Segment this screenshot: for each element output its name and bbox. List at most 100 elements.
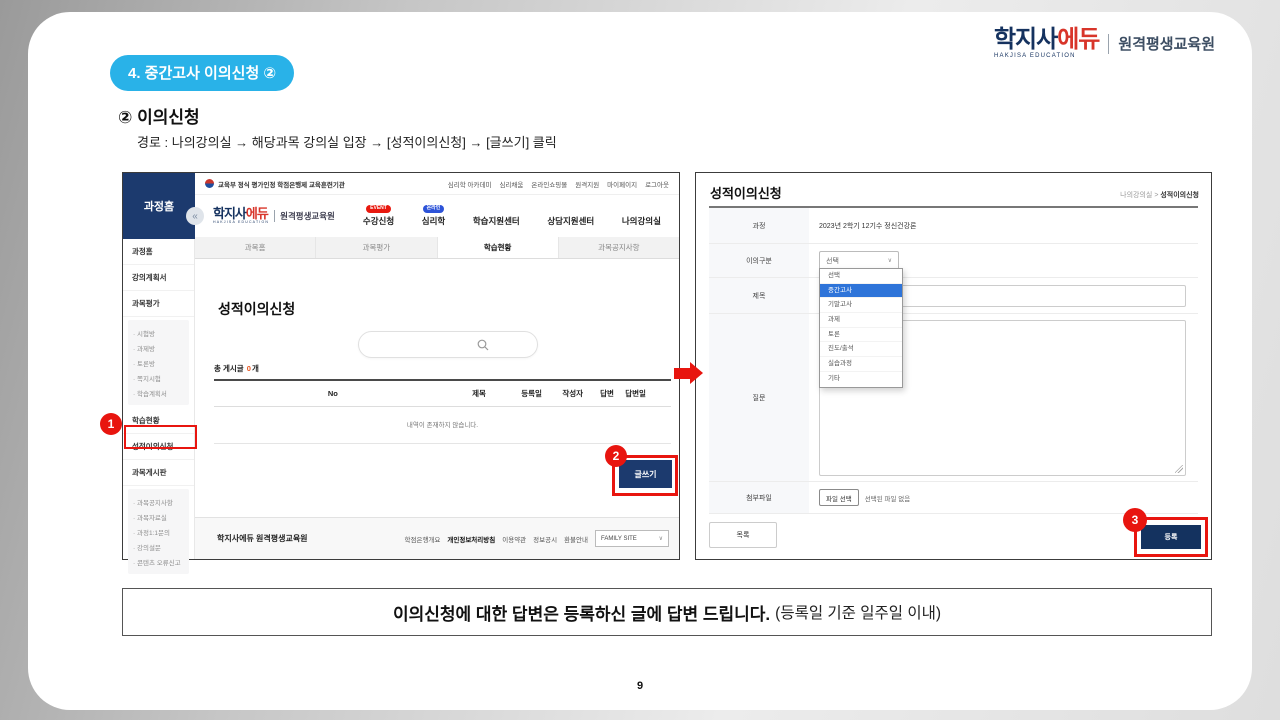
utility-link[interactable]: 마이페이지 — [607, 179, 637, 189]
course-tab[interactable]: 과목평가 — [316, 237, 437, 258]
form-row-question: 질문 — [709, 314, 1198, 482]
sidebar-item[interactable]: 과정홈 — [123, 239, 194, 265]
nav-item[interactable]: 나의강의실 — [622, 215, 661, 227]
file-select-button[interactable]: 파일 선택 — [819, 489, 859, 506]
category-label: 이의구분 — [709, 244, 809, 277]
table-header-cell: 작성자 — [557, 388, 589, 399]
sidebar-item-board[interactable]: 과목게시판 — [123, 460, 194, 486]
family-site-select[interactable]: FAMILY SITE ∨ — [595, 530, 669, 547]
sidebar-subitem[interactable]: 콘텐츠 오류신고 — [133, 554, 184, 569]
course-tab[interactable]: 학습현황 — [438, 237, 559, 258]
sidebar-subitem[interactable]: 과목자료실 — [133, 509, 184, 524]
course-tab[interactable]: 과목공지사항 — [559, 237, 679, 258]
search-input[interactable] — [358, 331, 538, 358]
collapse-button[interactable]: « — [186, 207, 204, 225]
footer-link[interactable]: 정보공시 — [533, 534, 557, 544]
sidebar-subitem[interactable]: 학습계획서 — [133, 385, 184, 400]
sidebar-group-board: 과목공지사항과목자료실과정1:1문의강의설문콘텐츠 오류신고 — [128, 489, 189, 574]
form-title: 성적이의신청 — [710, 183, 782, 202]
sidebar-subitem[interactable]: 쪽지시험 — [133, 370, 184, 385]
sidebar-subitem[interactable]: 과목공지사항 — [133, 494, 184, 509]
utility-link[interactable]: 원격지원 — [575, 179, 599, 189]
footer-link[interactable]: 환불안내 — [564, 534, 588, 544]
brand-division: 원격평생교육원 — [1118, 33, 1215, 54]
empty-row: 내역이 존재하지 않습니다. — [214, 407, 671, 444]
sidebar-subitem[interactable]: 과제방 — [133, 340, 184, 355]
form-row-course: 과정 2023년 2학기 12기수 정신건강론 — [709, 208, 1198, 244]
nav-label: 나의강의실 — [622, 215, 661, 227]
nav-label: 수강신청 — [363, 215, 394, 227]
nav-item[interactable]: 학습지원센터 — [473, 215, 520, 227]
dropdown-option[interactable]: 과제 — [820, 313, 902, 328]
chevron-down-icon: ∨ — [888, 257, 892, 264]
utility-link[interactable]: 심리학 아카데미 — [448, 179, 492, 189]
nav-item[interactable]: EVENT 수강신청 — [363, 205, 394, 227]
dropdown-option[interactable]: 중간고사 — [820, 284, 902, 299]
objection-form-screenshot: 성적이의신청 나의강의실 > 성적이의신청 과정 2023년 2학기 12기수 … — [695, 172, 1212, 560]
file-label: 첨부파일 — [709, 482, 809, 513]
nav-item[interactable]: 온라인 심리학 — [422, 205, 445, 227]
table-header-cell: No — [214, 389, 452, 398]
file-status-text: 선택된 파일 없음 — [865, 493, 910, 503]
footer-link[interactable]: 학점은행개요 — [405, 534, 441, 544]
board-content: 성적이의신청 총 게시글 0개 No제목등록일작성자답변답변일 내역이 존재하지… — [195, 259, 679, 517]
nav-label: 상담지원센터 — [547, 215, 594, 227]
slide: 4. 중간고사 이의신청 ② 학지사에듀 HAKJISA EDUCATION 원… — [28, 12, 1252, 710]
sidebar-item[interactable]: 과목평가 — [123, 291, 194, 317]
government-logo-icon — [205, 179, 214, 188]
lms-list-screenshot: 과정홈 교육부 정식 평가인정 학점은행제 교육훈련기관 심리학 아카데미 심리채… — [122, 172, 680, 560]
site-logo[interactable]: 학지사에듀 HAKJISA EDUCATION 원격평생교육원 — [213, 207, 335, 225]
course-home-block: 과정홈 — [123, 173, 195, 239]
dropdown-option[interactable]: 선택 — [820, 269, 902, 284]
dropdown-option[interactable]: 토론 — [820, 328, 902, 343]
course-tabs: 과목홈과목평가학습현황과목공지사항 — [195, 237, 679, 259]
utility-links: 심리학 아카데미 심리채움 온라인쇼핑몰 원격지원 마이페이지 로그아웃 — [448, 179, 669, 189]
category-dropdown: 선택중간고사기말고사과제토론진도/출석실습과정기타 — [819, 268, 903, 388]
notice-bold-text: 이의신청에 대한 답변은 등록하신 글에 답변 드립니다. — [393, 600, 770, 625]
sidebar-subitem[interactable]: 과정1:1문의 — [133, 524, 184, 539]
course-value: 2023년 2학기 12기수 정신건강론 — [809, 221, 1198, 231]
utility-bar: 교육부 정식 평가인정 학점은행제 교육훈련기관 심리학 아카데미 심리채움 온라인… — [195, 173, 679, 195]
breadcrumb-parent[interactable]: 나의강의실 — [1120, 192, 1152, 199]
brand-name-part1: 학지사 — [994, 26, 1057, 53]
dropdown-option[interactable]: 기타 — [820, 372, 902, 387]
question-label: 질문 — [709, 314, 809, 481]
sidebar-subitem[interactable]: 토론방 — [133, 355, 184, 370]
dropdown-option[interactable]: 진도/출석 — [820, 342, 902, 357]
resize-handle-icon[interactable] — [1175, 465, 1183, 473]
breadcrumb: 나의강의실 > 성적이의신청 — [1120, 190, 1199, 200]
footer-link[interactable]: 이용약관 — [502, 534, 526, 544]
utility-link[interactable]: 심리채움 — [499, 179, 523, 189]
post-count: 총 게시글 0개 — [214, 363, 259, 374]
sidebar-subitem[interactable]: 강의설문 — [133, 539, 184, 554]
annotation-step-1: 1 — [100, 413, 122, 435]
chevron-down-icon: ∨ — [659, 535, 663, 542]
table-header-cell: 제목 — [452, 388, 507, 399]
sidebar-item[interactable]: 강의계획서 — [123, 265, 194, 291]
annotation-step-2: 2 — [605, 445, 627, 467]
arrow-right-icon — [674, 362, 703, 384]
objection-form: 과정 2023년 2학기 12기수 정신건강론 이의구분 선택 ∨ 제목 — [709, 206, 1198, 514]
sidebar-subitem[interactable]: 시험방 — [133, 325, 184, 340]
nav-badge: 온라인 — [423, 205, 445, 213]
table-header-cell: 답변 — [589, 388, 626, 399]
table-header-cell: 등록일 — [506, 388, 556, 399]
course-tab[interactable]: 과목홈 — [195, 237, 316, 258]
footer-link[interactable]: 개인정보처리방침 — [447, 534, 495, 544]
breadcrumb-separator: > — [1154, 192, 1158, 199]
footer-brand: 학지사에듀 원격평생교육원 — [217, 533, 308, 544]
dropdown-option[interactable]: 기말고사 — [820, 298, 902, 313]
brand-name-part2: 에듀 — [1057, 26, 1099, 53]
list-button[interactable]: 목록 — [709, 522, 777, 548]
footer-links: 학점은행개요 개인정보처리방침 이용약관 정보공시 환불안내 FAMILY SITE ∨ — [405, 530, 670, 547]
section-heading: ② 이의신청 — [118, 103, 200, 128]
section-badge: 4. 중간고사 이의신청 ② — [110, 55, 294, 91]
nav-item[interactable]: 상담지원센터 — [547, 215, 594, 227]
utility-link[interactable]: 온라인쇼핑몰 — [531, 179, 567, 189]
annotation-box-1 — [124, 425, 197, 449]
dropdown-option[interactable]: 실습과정 — [820, 357, 902, 372]
certification-text: 교육부 정식 평가인정 학점은행제 교육훈련기관 — [205, 179, 345, 189]
nav-label: 심리학 — [422, 215, 445, 227]
utility-link[interactable]: 로그아웃 — [645, 179, 669, 189]
notice-box: 이의신청에 대한 답변은 등록하신 글에 답변 드립니다. (등록일 기준 일주… — [122, 588, 1212, 636]
